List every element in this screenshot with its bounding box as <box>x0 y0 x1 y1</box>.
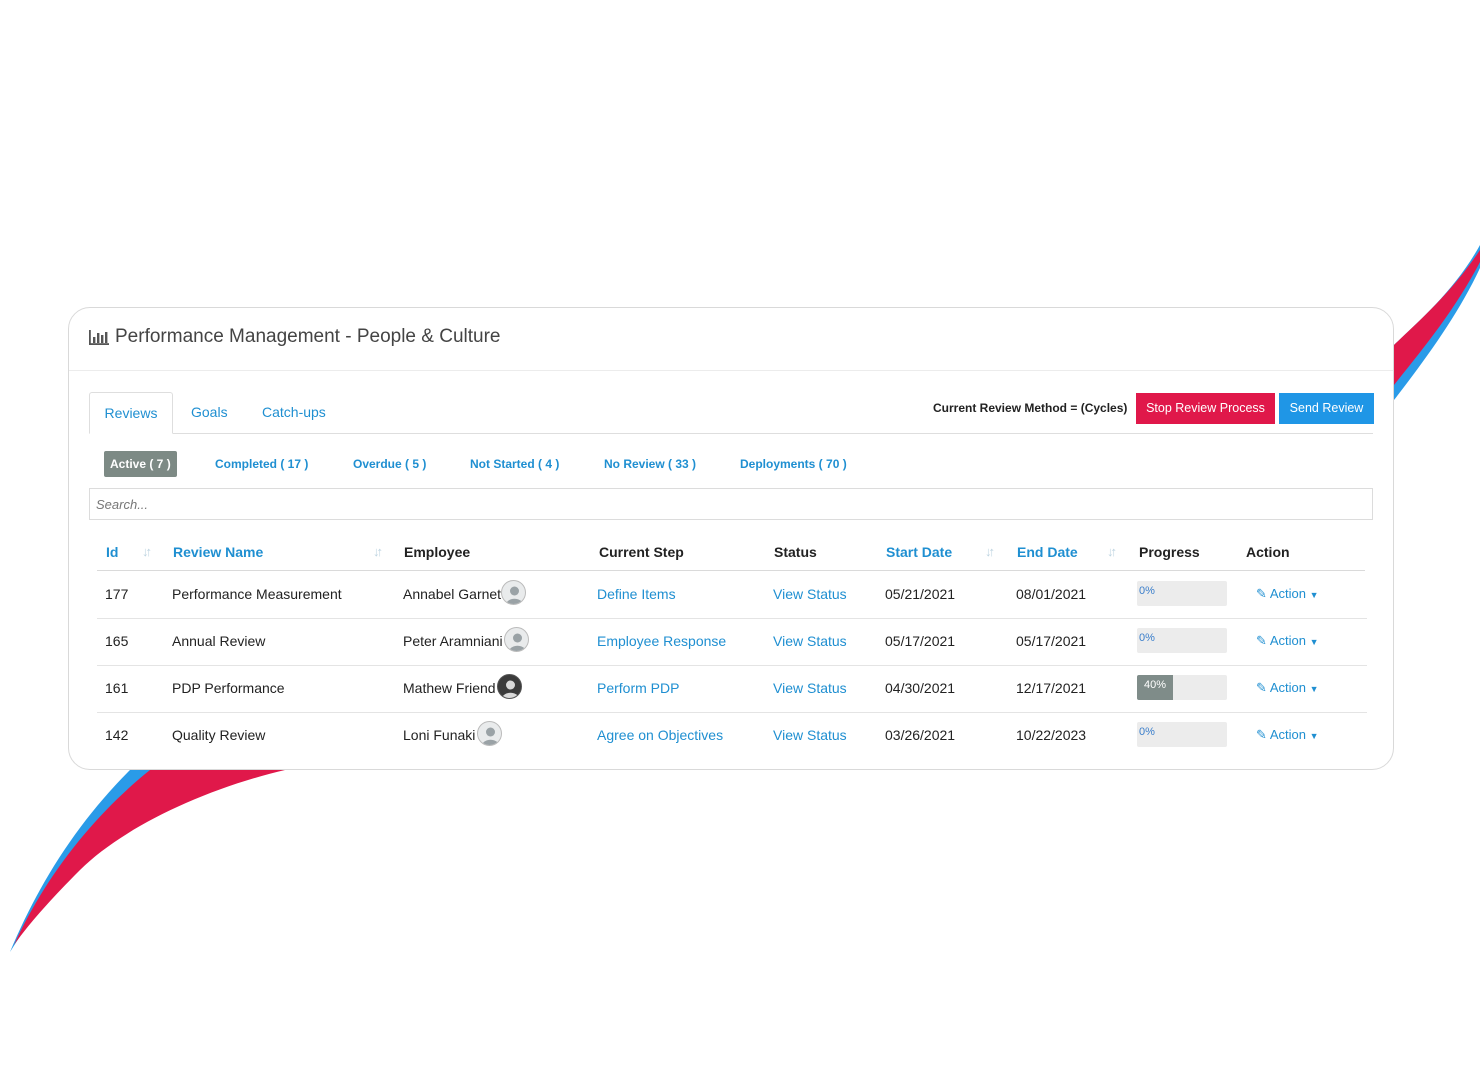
cell-start-date: 04/30/2021 <box>885 680 956 696</box>
performance-panel: Performance Management - People & Cultur… <box>68 307 1394 770</box>
sort-icon[interactable]: ↓↑ <box>1107 544 1117 559</box>
cell-id: 165 <box>105 633 129 649</box>
view-status-link[interactable]: View Status <box>773 727 847 743</box>
cell-start-date: 03/26/2021 <box>885 727 956 743</box>
cell-end-date: 05/17/2021 <box>1016 633 1087 649</box>
action-label: Action <box>1269 727 1306 742</box>
sort-icon[interactable]: ↓↑ <box>142 544 152 559</box>
edit-icon: ✎ <box>1256 680 1267 695</box>
cell-review-name: Quality Review <box>172 727 266 743</box>
table-row: 161 PDP Performance Mathew Friend Perfor… <box>97 665 1367 713</box>
send-review-button[interactable]: Send Review <box>1279 393 1374 424</box>
view-status-link[interactable]: View Status <box>773 586 847 602</box>
column-header-start-date[interactable]: Start Date <box>886 544 952 560</box>
panel-header: Performance Management - People & Cultur… <box>69 308 1393 371</box>
cell-id: 177 <box>105 586 129 602</box>
current-step-link[interactable]: Agree on Objectives <box>597 727 723 743</box>
swoosh-bottom-red <box>14 770 285 945</box>
avatar <box>477 721 502 746</box>
progress-label: 0% <box>1139 585 1155 597</box>
action-label: Action <box>1269 680 1306 695</box>
progress-bar: 0% <box>1137 722 1227 747</box>
cell-start-date: 05/17/2021 <box>885 633 956 649</box>
cell-review-name: Performance Measurement <box>172 586 342 602</box>
filter-deployments[interactable]: Deployments ( 70 ) <box>740 451 847 477</box>
action-label: Action <box>1269 586 1306 601</box>
progress-label: 0% <box>1139 726 1155 738</box>
swoosh-top-red <box>1394 250 1480 385</box>
column-header-id[interactable]: Id <box>106 544 118 560</box>
progress-bar: 40% <box>1137 675 1227 700</box>
column-header-status: Status <box>774 544 817 560</box>
current-step-link[interactable]: Define Items <box>597 586 676 602</box>
tab-reviews[interactable]: Reviews <box>89 392 173 434</box>
caret-down-icon: ▼ <box>1309 684 1319 694</box>
column-header-end-date[interactable]: End Date <box>1017 544 1078 560</box>
cell-employee: Loni Funaki <box>403 727 476 743</box>
column-header-review-name[interactable]: Review Name <box>173 544 263 560</box>
review-method-label: Current Review Method = (Cycles) <box>933 401 1128 415</box>
cell-employee: Peter Aramniani <box>403 633 503 649</box>
action-dropdown[interactable]: ✎ Action ▼ <box>1256 586 1319 602</box>
swoosh-top-blue <box>1394 245 1480 400</box>
action-dropdown[interactable]: ✎ Action ▼ <box>1256 680 1319 696</box>
caret-down-icon: ▼ <box>1309 590 1319 600</box>
action-dropdown[interactable]: ✎ Action ▼ <box>1256 727 1319 743</box>
view-status-link[interactable]: View Status <box>773 680 847 696</box>
search-input[interactable] <box>89 488 1373 520</box>
action-dropdown[interactable]: ✎ Action ▼ <box>1256 633 1319 649</box>
cell-review-name: Annual Review <box>172 633 266 649</box>
cell-end-date: 12/17/2021 <box>1016 680 1087 696</box>
column-header-progress: Progress <box>1139 544 1200 560</box>
column-header-current-step: Current Step <box>599 544 684 560</box>
bar-chart-icon <box>89 330 109 345</box>
filter-no-review[interactable]: No Review ( 33 ) <box>604 451 696 477</box>
column-header-action: Action <box>1246 544 1290 560</box>
progress-bar: 0% <box>1137 628 1227 653</box>
cell-id: 142 <box>105 727 129 743</box>
sort-icon[interactable]: ↓↑ <box>373 544 383 559</box>
progress-label: 40% <box>1144 679 1167 691</box>
view-status-link[interactable]: View Status <box>773 633 847 649</box>
action-label: Action <box>1269 633 1306 648</box>
table-row: 177 Performance Measurement Annabel Garn… <box>97 571 1367 619</box>
edit-icon: ✎ <box>1256 586 1267 601</box>
swoosh-bottom-blue <box>10 770 175 952</box>
table-row: 165 Annual Review Peter Aramniani Employ… <box>97 618 1367 666</box>
current-step-link[interactable]: Perform PDP <box>597 680 679 696</box>
caret-down-icon: ▼ <box>1309 731 1319 741</box>
cell-end-date: 08/01/2021 <box>1016 586 1087 602</box>
caret-down-icon: ▼ <box>1309 637 1319 647</box>
avatar <box>501 580 526 605</box>
avatar <box>497 674 522 699</box>
cell-employee: Annabel Garnet <box>403 586 502 602</box>
filter-overdue[interactable]: Overdue ( 5 ) <box>353 451 426 477</box>
cell-employee: Mathew Friend <box>403 680 496 696</box>
current-step-link[interactable]: Employee Response <box>597 633 726 649</box>
edit-icon: ✎ <box>1256 633 1267 648</box>
progress-label: 0% <box>1139 632 1155 644</box>
avatar <box>504 627 529 652</box>
filter-not-started[interactable]: Not Started ( 4 ) <box>470 451 559 477</box>
column-header-employee: Employee <box>404 544 471 560</box>
cell-end-date: 10/22/2023 <box>1016 727 1087 743</box>
filter-active[interactable]: Active ( 7 ) <box>104 451 177 477</box>
stop-review-button[interactable]: Stop Review Process <box>1136 393 1275 424</box>
tab-catch-ups[interactable]: Catch-ups <box>262 392 326 434</box>
filter-completed[interactable]: Completed ( 17 ) <box>215 451 308 477</box>
edit-icon: ✎ <box>1256 727 1267 742</box>
page-title: Performance Management - People & Cultur… <box>115 326 501 347</box>
cell-id: 161 <box>105 680 129 696</box>
sort-icon[interactable]: ↓↑ <box>985 544 995 559</box>
table-row: 142 Quality Review Loni Funaki Agree on … <box>97 712 1367 759</box>
progress-bar: 0% <box>1137 581 1227 606</box>
tab-goals[interactable]: Goals <box>191 392 228 434</box>
cell-review-name: PDP Performance <box>172 680 285 696</box>
cell-start-date: 05/21/2021 <box>885 586 956 602</box>
